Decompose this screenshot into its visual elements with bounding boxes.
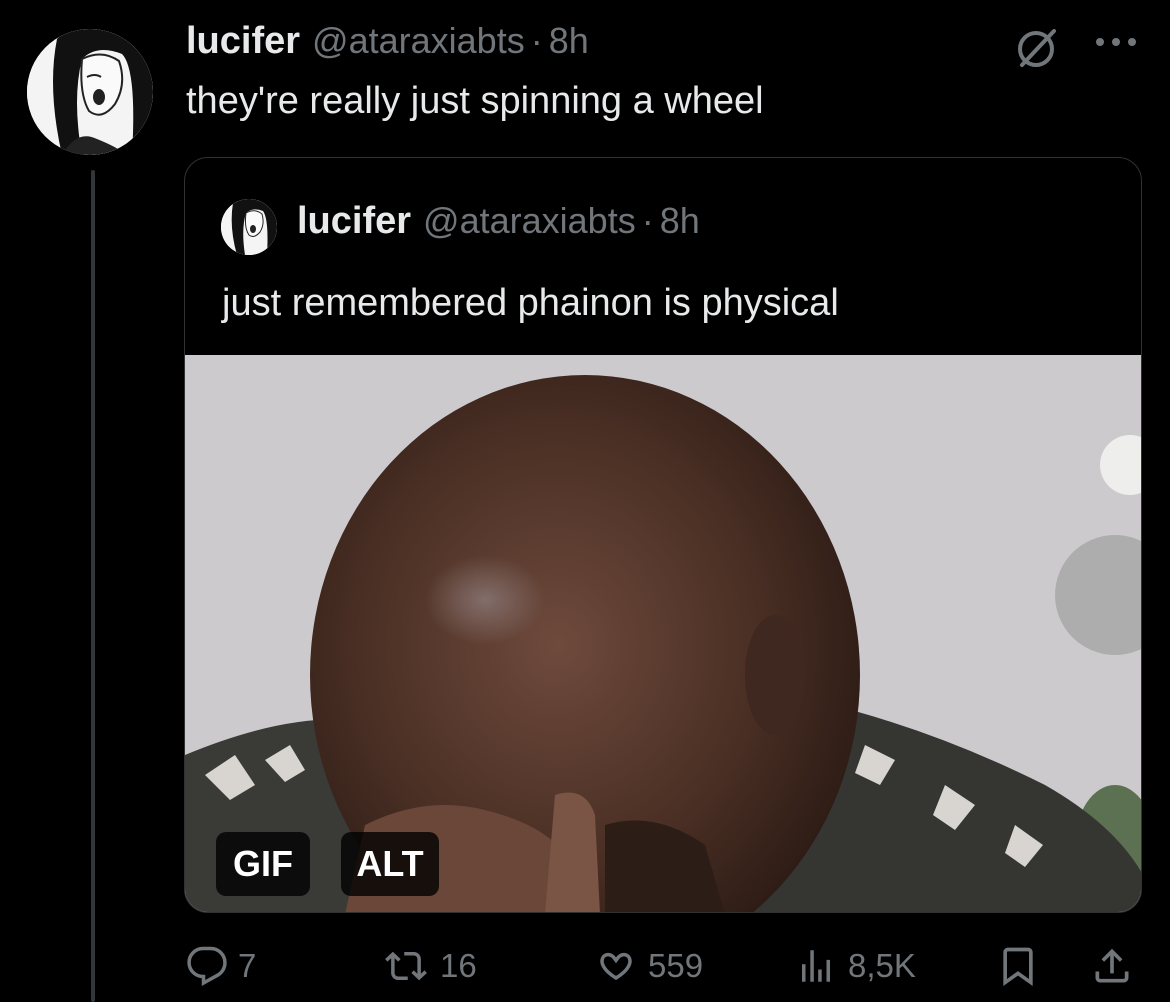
- quote-header: lucifer @ataraxiabts · 8h: [297, 200, 700, 243]
- gif-badge: GIF: [216, 832, 310, 896]
- views-icon: [802, 950, 830, 982]
- separator-dot: ·: [530, 20, 543, 61]
- tweet-text: they're really just spinning a wheel: [186, 80, 764, 122]
- tweet-header: lucifer @ataraxiabts · 8h: [186, 20, 589, 66]
- repost-count: 16: [440, 947, 477, 984]
- views-button[interactable]: 8,5K: [794, 938, 916, 994]
- quote-avatar[interactable]: [221, 199, 277, 255]
- alt-badge[interactable]: ALT: [341, 832, 439, 896]
- share-icon: [1095, 948, 1129, 983]
- reply-button[interactable]: 7: [186, 938, 256, 994]
- views-count: 8,5K: [848, 947, 916, 984]
- grok-icon[interactable]: [1014, 25, 1060, 71]
- reply-count: 7: [238, 947, 257, 984]
- tweet-time[interactable]: 8h: [549, 20, 589, 62]
- like-count: 559: [648, 947, 704, 984]
- avatar[interactable]: [27, 29, 153, 155]
- bookmark-icon: [1003, 947, 1033, 987]
- share-button[interactable]: [1090, 938, 1134, 994]
- author-handle[interactable]: @ataraxiabts: [312, 20, 525, 62]
- more-icon[interactable]: [1092, 30, 1140, 54]
- reply-icon: [187, 946, 227, 986]
- bookmark-button[interactable]: [996, 938, 1040, 994]
- gif-media[interactable]: GIF ALT: [185, 355, 1141, 912]
- quote-separator-dot: ·: [641, 200, 654, 241]
- quote-author-handle[interactable]: @ataraxiabts: [423, 200, 636, 242]
- quote-text: just remembered phainon is physical: [222, 282, 839, 324]
- like-button[interactable]: 559: [594, 938, 703, 994]
- gif-frame-image: [185, 355, 1141, 912]
- heart-icon: [600, 952, 632, 981]
- quote-time[interactable]: 8h: [660, 200, 700, 242]
- repost-icon: [385, 951, 427, 981]
- repost-button[interactable]: 16: [382, 938, 477, 994]
- quote-author-name[interactable]: lucifer: [297, 200, 411, 243]
- thread-line: [91, 170, 95, 1002]
- author-name[interactable]: lucifer: [186, 20, 300, 63]
- action-bar: 7 16 559 8,5K: [186, 938, 1146, 994]
- quoted-tweet[interactable]: lucifer @ataraxiabts · 8h just remembere…: [184, 157, 1142, 913]
